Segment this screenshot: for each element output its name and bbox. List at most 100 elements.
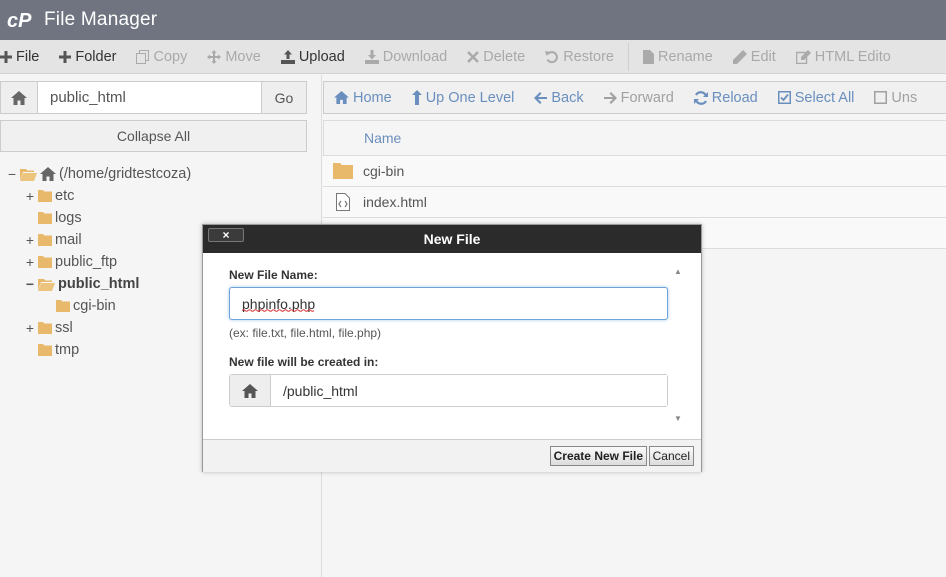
tree-item-etc[interactable]: + etc (24, 185, 74, 207)
new-folder-button[interactable]: Folder (49, 40, 126, 73)
open-folder-icon (20, 168, 37, 181)
tree-item-ssl[interactable]: + ssl (24, 317, 73, 339)
file-name-hint: (ex: file.txt, file.html, file.php) (229, 326, 382, 340)
create-new-file-button[interactable]: Create New File (549, 446, 647, 466)
unselect-all-button[interactable]: Uns (864, 90, 927, 106)
expand-toggle[interactable]: + (24, 188, 36, 204)
tree-item-label: ssl (55, 320, 73, 336)
download-button[interactable]: Download (355, 40, 458, 73)
tree-item-label: (/home/gridtestcoza) (59, 166, 192, 182)
close-button[interactable]: × (208, 228, 244, 242)
spellcheck-underline (242, 309, 315, 312)
destination-field (229, 374, 668, 407)
html-editor-button[interactable]: HTML Edito (786, 40, 901, 73)
download-icon (364, 49, 379, 64)
tree-item-label: public_html (58, 276, 140, 292)
home-icon (334, 91, 349, 104)
tree-item-logs[interactable]: logs (24, 207, 82, 229)
dialog-footer: Create New File Cancel (203, 439, 701, 472)
edit-button[interactable]: Edit (723, 40, 786, 73)
up-one-level-button[interactable]: Up One Level (402, 90, 525, 106)
folder-icon (38, 212, 52, 224)
close-icon: × (222, 228, 230, 242)
home-icon[interactable] (1, 82, 38, 113)
select-all-button[interactable]: Select All (768, 90, 865, 106)
tree-item-cgi-bin[interactable]: cgi-bin (42, 295, 116, 317)
column-header-name[interactable]: Name (323, 120, 946, 156)
collapse-toggle[interactable]: − (6, 166, 18, 182)
move-icon (207, 49, 222, 64)
arrow-right-icon (603, 91, 617, 104)
expand-toggle[interactable]: + (24, 254, 36, 270)
table-row[interactable]: index.html (323, 187, 946, 218)
x-icon (467, 50, 480, 63)
copy-button[interactable]: Copy (126, 40, 197, 73)
folder-icon (38, 256, 52, 268)
tree-item-label: cgi-bin (73, 298, 116, 314)
refresh-icon (693, 90, 708, 105)
folder-icon (56, 300, 70, 312)
expand-toggle[interactable]: + (24, 232, 36, 248)
dialog-title: New File (423, 231, 481, 247)
top-header: cP File Manager (0, 0, 946, 40)
tree-item-home[interactable]: − (/home/gridtestcoza) (6, 163, 191, 185)
copy-icon (136, 49, 150, 64)
collapse-toggle[interactable]: − (24, 276, 36, 292)
folder-icon (38, 234, 52, 246)
path-input[interactable] (38, 82, 261, 113)
new-file-dialog: × New File New File Name: (ex: file.txt,… (202, 224, 702, 472)
svg-text:cP: cP (7, 10, 32, 31)
tree-item-label: etc (55, 188, 75, 204)
checkbox-checked-icon (777, 91, 791, 104)
dialog-body: New File Name: (ex: file.txt, file.html,… (203, 253, 701, 439)
cpanel-logo-icon[interactable]: cP (4, 0, 40, 40)
undo-icon (545, 50, 559, 64)
home-icon (230, 375, 271, 406)
dialog-scrollbar[interactable]: ▲ ▼ (673, 267, 685, 423)
main-toolbar: File Folder Copy Move Upload Download De… (0, 40, 946, 74)
forward-button[interactable]: Forward (594, 90, 684, 106)
upload-icon (280, 49, 295, 64)
tree-item-label: public_ftp (55, 254, 118, 270)
back-button[interactable]: Back (524, 90, 593, 106)
folder-icon (38, 190, 52, 202)
upload-button[interactable]: Upload (271, 40, 355, 73)
pencil-icon (732, 49, 747, 64)
html-file-icon (323, 193, 363, 211)
folder-icon (323, 163, 363, 179)
expand-toggle[interactable]: + (24, 320, 36, 336)
restore-button[interactable]: Restore (535, 40, 624, 73)
html-edit-icon (795, 49, 811, 64)
tree-item-public-ftp[interactable]: + public_ftp (24, 251, 117, 273)
table-row[interactable]: cgi-bin (323, 156, 946, 187)
dialog-header: × New File (203, 225, 701, 253)
arrow-left-icon (534, 91, 548, 104)
home-icon (40, 167, 56, 181)
tree-item-label: logs (55, 210, 82, 226)
collapse-all-button[interactable]: Collapse All (0, 120, 307, 152)
move-button[interactable]: Move (197, 40, 270, 73)
toolbar-divider (627, 42, 629, 71)
app-title: File Manager (44, 9, 158, 30)
rename-button[interactable]: Rename (633, 40, 723, 73)
tree-item-public-html[interactable]: − public_html (24, 273, 139, 295)
file-name-input[interactable] (229, 287, 668, 320)
reload-button[interactable]: Reload (684, 90, 768, 106)
tree-item-mail[interactable]: + mail (24, 229, 82, 251)
checkbox-empty-icon (874, 91, 888, 104)
scroll-down-icon[interactable]: ▼ (674, 414, 682, 423)
plus-icon (0, 50, 12, 63)
new-file-button[interactable]: File (0, 40, 49, 73)
delete-button[interactable]: Delete (457, 40, 535, 73)
cancel-button[interactable]: Cancel (648, 446, 694, 466)
folder-icon (38, 322, 52, 334)
home-button[interactable]: Home (324, 90, 402, 106)
file-name: index.html (363, 194, 427, 210)
scroll-up-icon[interactable]: ▲ (674, 267, 682, 276)
destination-label: New file will be created in: (229, 355, 379, 369)
folder-icon (38, 344, 52, 356)
tree-item-tmp[interactable]: tmp (24, 339, 79, 361)
plus-icon (59, 50, 72, 63)
destination-input[interactable] (271, 375, 667, 406)
go-button[interactable]: Go (261, 82, 306, 113)
